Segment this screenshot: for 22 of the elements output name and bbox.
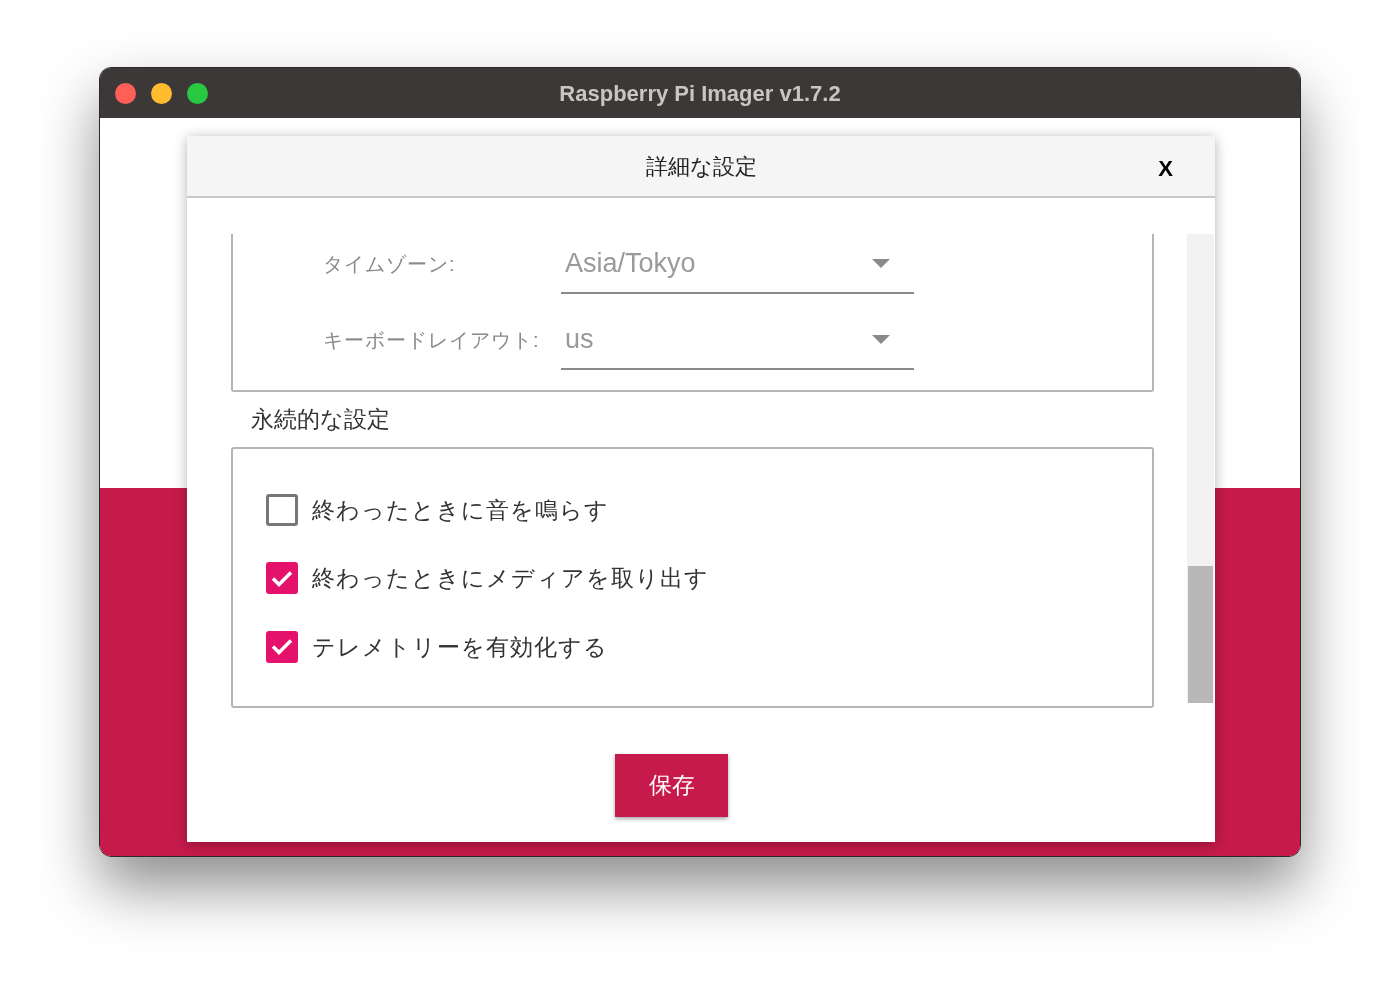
window-title: Raspberry Pi Imager v1.7.2	[559, 79, 841, 108]
minimize-window-button[interactable]	[151, 82, 172, 104]
checkmark-icon	[271, 569, 293, 587]
dropdown-arrow-icon	[872, 258, 890, 268]
checkmark-icon	[271, 638, 293, 656]
close-window-button[interactable]	[115, 82, 136, 104]
field-label: キーボードレイアウト:	[323, 328, 541, 353]
section-title: 永続的な設定	[251, 405, 391, 434]
checkbox-label: 終わったときに音を鳴らす	[312, 495, 609, 525]
checkbox[interactable]	[266, 630, 298, 663]
checkbox-label: テレメトリーを有効化する	[312, 632, 608, 662]
zoom-window-button[interactable]	[187, 82, 208, 104]
checkbox-label: 終わったときにメディアを取り出す	[312, 564, 709, 593]
checkbox[interactable]	[266, 493, 298, 526]
close-button[interactable]: X	[1158, 152, 1173, 185]
scrollbar-thumb[interactable]	[1188, 566, 1213, 703]
field-label: タイムゾーン:	[323, 252, 457, 277]
checkbox[interactable]	[266, 562, 298, 595]
dialog-title: 詳細な設定	[645, 152, 757, 181]
save-button[interactable]: 保存	[615, 753, 728, 817]
scrollbar-track[interactable]	[1187, 234, 1214, 703]
dropdown-arrow-icon	[872, 334, 890, 344]
